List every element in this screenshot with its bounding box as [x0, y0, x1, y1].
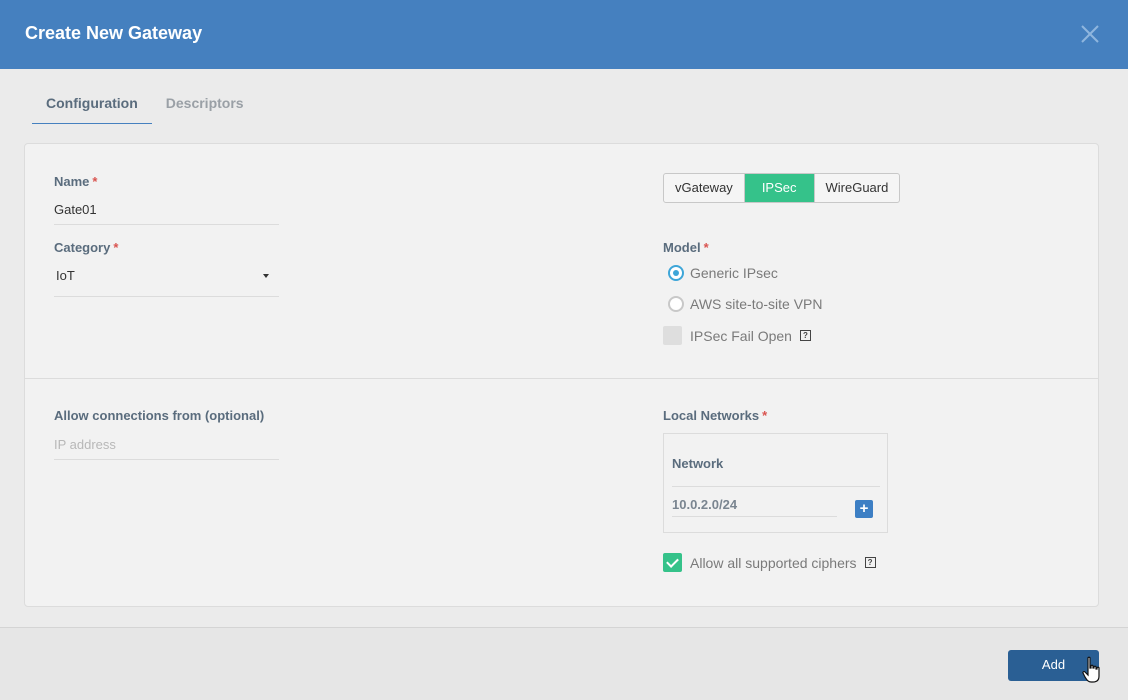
ip-address-placeholder: IP address: [54, 437, 116, 452]
model-option-generic-ipsec[interactable]: Generic IPsec: [668, 265, 778, 281]
chevron-down-icon: [263, 274, 269, 278]
name-label: Name *: [54, 174, 97, 189]
model-option-label: AWS site-to-site VPN: [690, 296, 823, 312]
add-network-button[interactable]: +: [855, 500, 873, 518]
model-label-text: Model: [663, 240, 701, 255]
type-vgateway-button[interactable]: vGateway: [664, 174, 745, 202]
required-mark: *: [92, 174, 98, 189]
category-select[interactable]: IoT: [54, 262, 279, 297]
fail-open-row: IPSec Fail Open ?: [663, 326, 811, 345]
type-ipsec-button[interactable]: IPSec: [744, 174, 815, 202]
dialog-header: Create New Gateway: [0, 0, 1128, 69]
allow-connections-input[interactable]: IP address: [54, 430, 279, 460]
radio-button[interactable]: [668, 296, 684, 312]
help-icon[interactable]: ?: [799, 330, 811, 341]
model-option-aws-vpn[interactable]: AWS site-to-site VPN: [668, 296, 823, 312]
ciphers-label: Allow all supported ciphers: [690, 554, 857, 571]
category-label: Category *: [54, 240, 118, 255]
tab-configuration[interactable]: Configuration: [32, 82, 152, 124]
gateway-type-selector: vGateway IPSec WireGuard: [663, 173, 901, 203]
name-field[interactable]: Gate01: [54, 196, 279, 225]
ciphers-row: Allow all supported ciphers ?: [663, 553, 876, 572]
fail-open-checkbox[interactable]: [663, 326, 682, 345]
divider: [672, 486, 880, 487]
network-column-header: Network: [672, 456, 724, 471]
fail-open-label: IPSec Fail Open: [690, 327, 792, 344]
dialog-footer: [0, 628, 1128, 700]
help-icon[interactable]: ?: [864, 557, 876, 568]
model-option-label: Generic IPsec: [690, 265, 778, 281]
close-icon[interactable]: [1078, 22, 1102, 46]
required-mark: *: [762, 408, 768, 423]
general-settings-panel: [24, 143, 1099, 379]
name-label-text: Name: [54, 174, 90, 189]
required-mark: *: [113, 240, 119, 255]
tab-bar: Configuration Descriptors: [32, 82, 258, 124]
model-label: Model *: [663, 240, 709, 255]
dialog-title: Create New Gateway: [25, 23, 203, 43]
local-networks-table: Network 10.0.2.0/24 +: [663, 433, 888, 533]
category-label-text: Category: [54, 240, 111, 255]
type-wireguard-button[interactable]: WireGuard: [815, 174, 900, 202]
name-value: Gate01: [54, 202, 97, 217]
required-mark: *: [703, 240, 709, 255]
category-value: IoT: [56, 268, 75, 283]
allow-connections-label: Allow connections from (optional): [54, 408, 265, 423]
ciphers-checkbox[interactable]: [663, 553, 682, 572]
local-networks-label: Local Networks *: [663, 408, 767, 423]
hand-pointer-icon: [1082, 656, 1102, 684]
local-networks-label-text: Local Networks: [663, 408, 760, 423]
network-input[interactable]: 10.0.2.0/24: [672, 497, 837, 517]
tab-descriptors[interactable]: Descriptors: [152, 82, 258, 124]
radio-button-checked[interactable]: [668, 265, 684, 281]
